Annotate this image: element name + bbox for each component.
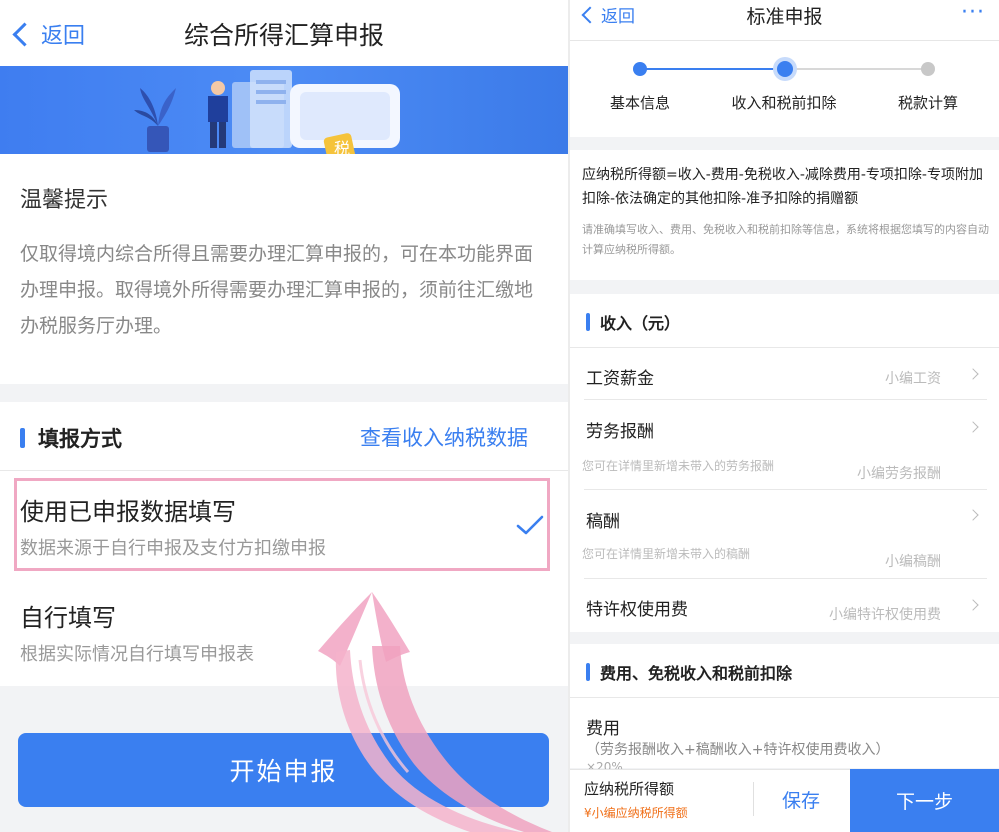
step-income-deduction: 收入和税前扣除: [731, 94, 837, 112]
tips-title: 温馨提示: [20, 188, 109, 213]
row-hint: 您可在详情里新增未带入的劳务报酬: [582, 459, 775, 473]
row-value: 小编劳务报酬: [857, 466, 941, 482]
cost-note: （劳务报酬收入+稿酬收入+特许权使用费收入）: [586, 742, 890, 758]
taxable-income-value: ¥小编应纳税所得额: [584, 806, 688, 820]
step-progress-line: [640, 68, 784, 70]
row-label: 稿酬: [586, 512, 620, 532]
banner-art-icon: 税 <<<<: [134, 70, 400, 154]
left-screen: 返回 综合所得汇算申报 税 温馨提示 仅取得境内综合所得且需要办理汇算申报的，可…: [0, 0, 568, 832]
row-value: 小编稿酬: [885, 554, 941, 570]
divider: [584, 399, 987, 400]
right-screen: 返回 标准申报 ··· 基本信息 收入和税前扣除 税款计算 应纳税所得额=收入-…: [570, 0, 999, 832]
row-label: 劳务报酬: [586, 422, 654, 442]
tips-body: 仅取得境内综合所得且需要办理汇算申报的，可在本功能界面办理申报。取得境外所得需要…: [20, 243, 534, 337]
formula-text: 应纳税所得额=收入-费用-免税收入-减除费用-专项扣除-专项附加扣除-依法确定的…: [582, 167, 983, 207]
row-value: 小编工资: [885, 371, 941, 387]
row-hint: 您可在详情里新增未带入的稿酬: [582, 547, 751, 561]
stepper-card: [570, 41, 999, 137]
row-label: 特许权使用费: [586, 600, 688, 620]
option-subtitle: 数据来源于自行申报及支付方扣缴申报: [20, 538, 326, 559]
fill-method-title: 填报方式: [38, 427, 122, 451]
divider: [753, 782, 754, 816]
next-step-button[interactable]: 下一步: [850, 769, 999, 832]
svg-text:税: 税: [334, 139, 350, 154]
step-tax-calc: 税款计算: [897, 94, 958, 112]
start-declaration-button[interactable]: 开始申报: [18, 733, 549, 807]
banner-illustration: 税 <<<<: [0, 66, 568, 154]
page-title: 综合所得汇算申报: [183, 21, 384, 50]
divider: [570, 347, 999, 348]
page-title: 标准申报: [746, 6, 823, 28]
step-dot-pending: [921, 62, 935, 76]
step-dot-active: [777, 61, 793, 77]
step-remaining-line: [784, 68, 928, 70]
plant-icon: [134, 88, 176, 152]
option-title: 自行填写: [20, 604, 116, 632]
option-subtitle: 根据实际情况自行填写申报表: [20, 644, 254, 665]
divider: [570, 697, 999, 698]
view-income-tax-link[interactable]: 查看收入纳税数据: [360, 422, 528, 452]
step-basic-info: 基本信息: [609, 94, 670, 112]
divider: [0, 470, 568, 471]
divider: [584, 578, 987, 579]
more-menu-button[interactable]: ···: [961, 0, 985, 25]
deductions-title: 费用、免税收入和税前扣除: [600, 664, 793, 683]
check-icon: [516, 515, 544, 535]
divider: [584, 489, 987, 490]
save-button[interactable]: 保存: [765, 786, 837, 813]
row-value: 小编特许权使用费: [829, 607, 941, 623]
income-title: 收入（元）: [600, 314, 681, 333]
section-bar: [20, 428, 25, 448]
step-dot-done: [633, 62, 647, 76]
cost-label: 费用: [586, 719, 620, 739]
row-label: 工资薪金: [586, 369, 654, 389]
taxable-income-label: 应纳税所得额: [584, 780, 675, 798]
option-title: 使用已申报数据填写: [20, 498, 236, 526]
section-bar: [586, 663, 590, 681]
formula-note: 请准确填写收入、费用、免税收入和税前扣除等信息，系统将根据您填写的内容自动计算应…: [582, 223, 989, 256]
section-bar: [586, 313, 590, 331]
